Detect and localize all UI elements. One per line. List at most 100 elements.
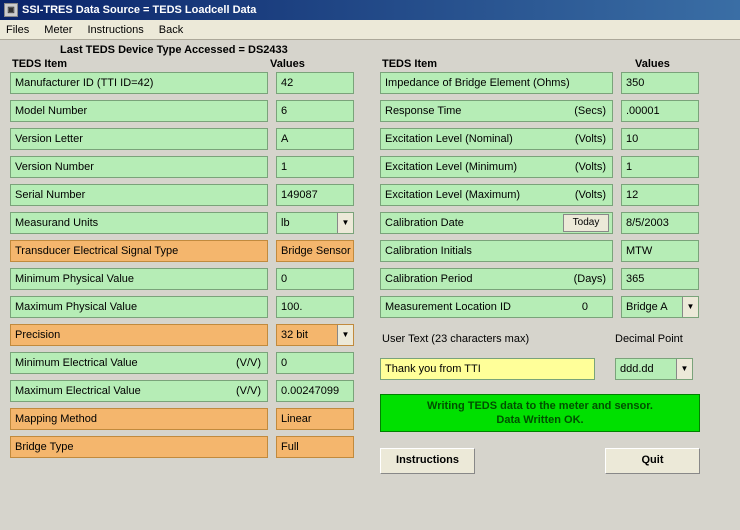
field-value[interactable]: 1 (276, 156, 354, 178)
field-value[interactable]: 6 (276, 100, 354, 122)
table-row: Response Time(Secs).00001 (380, 100, 730, 122)
field-value[interactable]: 100. (276, 296, 354, 318)
field-value-text: Full (281, 441, 299, 453)
user-text-row: User Text (23 characters max) Decimal Po… (380, 330, 730, 348)
field-label-text: Transducer Electrical Signal Type (15, 243, 178, 259)
chevron-down-icon[interactable]: ▼ (682, 297, 698, 317)
field-label-text: Maximum Electrical Value (15, 383, 141, 399)
field-label-text: Minimum Electrical Value (15, 355, 138, 371)
field-value[interactable]: 0 (276, 352, 354, 374)
field-value[interactable]: 12 (621, 184, 699, 206)
field-label-text: Version Letter (15, 131, 83, 147)
field-label-text: Impedance of Bridge Element (Ohms) (385, 75, 570, 91)
status-message: Writing TEDS data to the meter and senso… (380, 394, 700, 432)
field-value[interactable]: Linear (276, 408, 354, 430)
field-value[interactable]: 1 (621, 156, 699, 178)
field-label: Impedance of Bridge Element (Ohms) (380, 72, 613, 94)
table-row: Version Letter A (10, 128, 355, 150)
table-row: Excitation Level (Nominal)(Volts)10 (380, 128, 730, 150)
field-label-text: Minimum Physical Value (15, 271, 134, 287)
field-label-text: Calibration Period (385, 271, 472, 287)
quit-button[interactable]: Quit (605, 448, 700, 474)
field-value-text: 100. (281, 301, 302, 313)
field-value[interactable]: 42 (276, 72, 354, 94)
field-label: Measurand Units (10, 212, 268, 234)
field-label: Calibration Date Today (380, 212, 613, 234)
hdr-teds-item-r: TEDS Item (380, 58, 615, 70)
field-value[interactable]: Bridge Sensor (276, 240, 354, 262)
user-text-input[interactable]: Thank you from TTI (380, 358, 595, 380)
table-row: Mapping Method Linear (10, 408, 355, 430)
field-value[interactable]: 0.00247099 (276, 380, 354, 402)
today-button[interactable]: Today (563, 214, 609, 232)
column-headers: TEDS Item Values TEDS Item Values (10, 58, 730, 72)
field-value-text: 0 (281, 357, 287, 369)
field-unit: (V/V) (236, 383, 261, 399)
user-text-label: User Text (23 characters max) (380, 333, 613, 345)
table-row: Measurand Units lb▼ (10, 212, 355, 234)
field-label-text: Response Time (385, 103, 461, 119)
field-value[interactable]: MTW (621, 240, 699, 262)
field-value[interactable]: 365 (621, 268, 699, 290)
client-area: Last TEDS Device Type Accessed = DS2433 … (0, 40, 740, 530)
chevron-down-icon[interactable]: ▼ (676, 359, 692, 379)
menu-files[interactable]: Files (6, 24, 29, 36)
right-column: Impedance of Bridge Element (Ohms) 350 Res… (380, 72, 730, 474)
table-row: Manufacturer ID (TTI ID=42)42 (10, 72, 355, 94)
field-value-text: 8/5/2003 (626, 217, 669, 229)
field-value-text: 42 (281, 77, 293, 89)
field-value-text: 1 (626, 161, 632, 173)
field-label: Calibration Period(Days) (380, 268, 613, 290)
field-value[interactable]: 10 (621, 128, 699, 150)
field-label-text: Bridge Type (15, 439, 74, 455)
table-row: Minimum Physical Value 0 (10, 268, 355, 290)
table-row: Impedance of Bridge Element (Ohms) 350 (380, 72, 730, 94)
field-value-text: 0.00247099 (281, 385, 339, 397)
menu-meter[interactable]: Meter (44, 24, 72, 36)
field-label-text: Excitation Level (Nominal) (385, 131, 513, 147)
table-row: Calibration Date Today 8/5/2003 (380, 212, 730, 234)
field-value-text: A (281, 133, 288, 145)
menu-instructions[interactable]: Instructions (87, 24, 143, 36)
menu-back[interactable]: Back (159, 24, 183, 36)
app-icon: ▣ (4, 3, 18, 17)
field-value[interactable]: 350 (621, 72, 699, 94)
field-value[interactable]: .00001 (621, 100, 699, 122)
field-value[interactable]: 32 bit▼ (276, 324, 354, 346)
table-row: Calibration Period(Days) 365 (380, 268, 730, 290)
field-value-text: Bridge A (626, 301, 668, 313)
decimal-point-select[interactable]: ddd.dd ▼ (615, 358, 693, 380)
field-value[interactable]: Bridge A ▼ (621, 296, 699, 318)
status-line1: Writing TEDS data to the meter and senso… (381, 399, 699, 413)
chevron-down-icon[interactable]: ▼ (337, 213, 353, 233)
field-value-text: 10 (626, 133, 638, 145)
field-label: Measurement Location ID0 (380, 296, 613, 318)
field-value[interactable]: A (276, 128, 354, 150)
field-label-text: Calibration Date (385, 215, 464, 231)
field-label: Serial Number (10, 184, 268, 206)
field-label-text: Mapping Method (15, 411, 97, 427)
field-value-text: MTW (626, 245, 652, 257)
menu-bar: Files Meter Instructions Back (0, 20, 740, 40)
field-label-text: Maximum Physical Value (15, 299, 137, 315)
table-row: Version Number 1 (10, 156, 355, 178)
field-label: Bridge Type (10, 436, 268, 458)
field-label: Version Number (10, 156, 268, 178)
table-row: Precision32 bit▼ (10, 324, 355, 346)
field-value[interactable]: lb▼ (276, 212, 354, 234)
field-value[interactable]: 0 (276, 268, 354, 290)
field-value-text: 365 (626, 273, 644, 285)
field-label: Excitation Level (Minimum)(Volts) (380, 156, 613, 178)
field-label-text: Version Number (15, 159, 94, 175)
chevron-down-icon[interactable]: ▼ (337, 325, 353, 345)
field-label: Excitation Level (Maximum)(Volts) (380, 184, 613, 206)
instructions-button[interactable]: Instructions (380, 448, 475, 474)
field-value[interactable]: 8/5/2003 (621, 212, 699, 234)
field-value[interactable]: 149087 (276, 184, 354, 206)
field-label: Minimum Electrical Value(V/V) (10, 352, 268, 374)
field-value-text: Linear (281, 413, 312, 425)
field-value[interactable]: Full (276, 436, 354, 458)
table-row: Measurement Location ID0 Bridge A ▼ (380, 296, 730, 318)
table-row: Excitation Level (Minimum)(Volts) 1 (380, 156, 730, 178)
hdr-values-l: Values (270, 58, 355, 70)
